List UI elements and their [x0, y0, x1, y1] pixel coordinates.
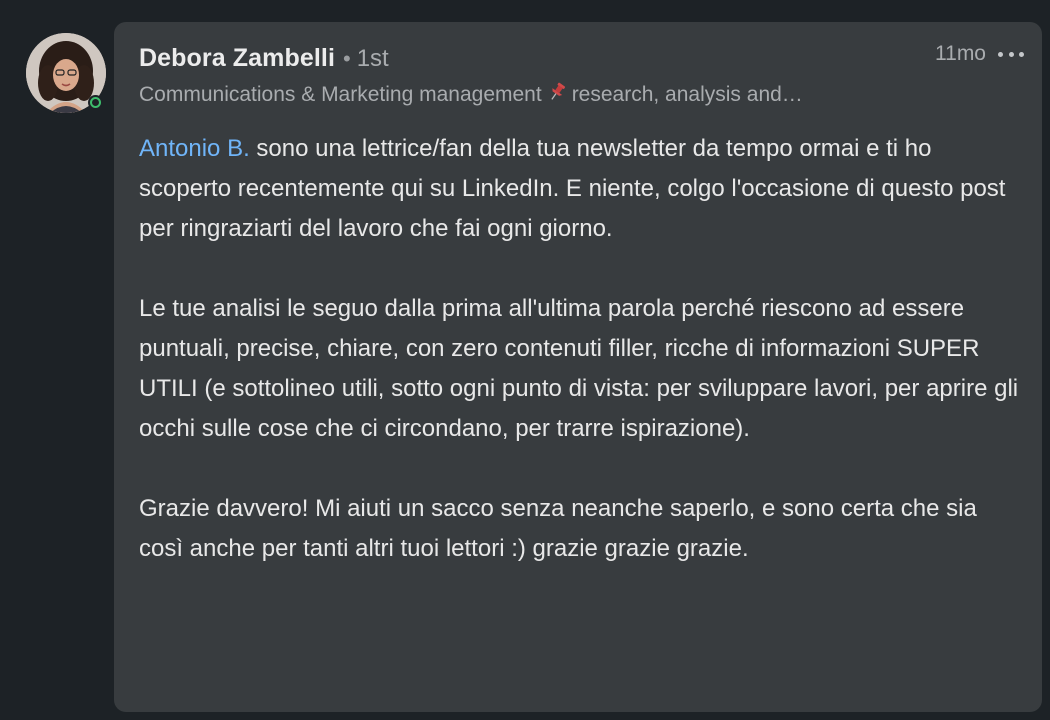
more-dot	[1008, 51, 1014, 57]
online-dot-icon	[90, 97, 101, 108]
more-dot	[998, 51, 1003, 57]
comment-header: Debora Zambelli • 1st Communications & M…	[139, 44, 1026, 114]
more-options-icon[interactable]	[998, 44, 1024, 64]
author-name[interactable]: Debora Zambelli	[139, 44, 335, 73]
paragraph-1-text: sono una lettrice/fan della tua newslett…	[139, 135, 1006, 242]
bullet-separator: •	[343, 46, 351, 71]
headline-text-start: Communications & Marketing management	[139, 83, 542, 106]
pushpin-icon	[546, 81, 568, 109]
connection-degree: 1st	[356, 45, 389, 72]
comment-timestamp: 11mo	[935, 42, 986, 65]
comment-bubble: Debora Zambelli • 1st Communications & M…	[114, 22, 1042, 712]
author-headline: Communications & Marketing management res…	[139, 81, 1026, 109]
comment-thread: Debora Zambelli • 1st Communications & M…	[0, 0, 1050, 720]
more-dot	[1019, 51, 1024, 57]
comment-paragraph-2: Le tue analisi le seguo dalla prima all'…	[139, 295, 1019, 442]
comment-body: Antonio B. sono una lettrice/fan della t…	[139, 129, 1019, 569]
author-name-row: Debora Zambelli • 1st	[139, 44, 1026, 73]
mention-link[interactable]: Antonio B.	[139, 135, 250, 162]
comment-paragraph-1: Antonio B. sono una lettrice/fan della t…	[139, 129, 1019, 249]
online-status-indicator	[88, 95, 103, 110]
author-avatar[interactable]	[26, 33, 106, 113]
headline-text-end: research, analysis and…	[571, 83, 803, 106]
comment-meta: 11mo	[935, 42, 1024, 66]
comment-paragraph-3: Grazie davvero! Mi aiuti un sacco senza …	[139, 495, 977, 562]
